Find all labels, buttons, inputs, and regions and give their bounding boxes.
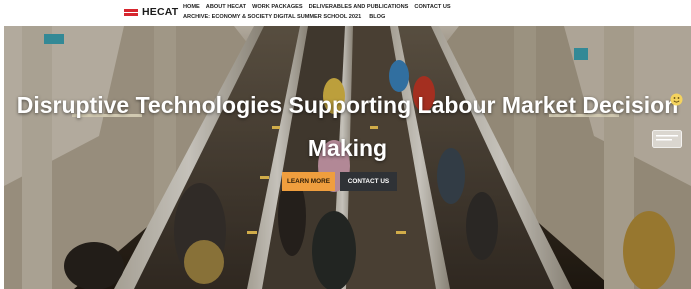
nav-item-home[interactable]: HOME bbox=[183, 3, 200, 11]
hecat-flag-logo-icon bbox=[124, 8, 138, 16]
logo-text: HECAT bbox=[142, 6, 179, 18]
site-logo[interactable]: HECAT bbox=[124, 5, 178, 19]
nav-row-primary: HOME ABOUT HECAT WORK PACKAGES DELIVERAB… bbox=[183, 3, 451, 11]
hero-title-line-2: Making bbox=[307, 135, 388, 161]
nav-item-archive-summer-school[interactable]: ARCHIVE: ECONOMY & SOCIETY DIGITAL SUMME… bbox=[183, 13, 361, 21]
nav-item-contact-us[interactable]: CONTACT US bbox=[414, 3, 450, 11]
main-navigation: HOME ABOUT HECAT WORK PACKAGES DELIVERAB… bbox=[183, 3, 451, 21]
nav-item-about-hecat[interactable]: ABOUT HECAT bbox=[206, 3, 246, 11]
nav-item-blog[interactable]: BLOG bbox=[369, 13, 385, 21]
learn-more-button[interactable]: LEARN MORE bbox=[282, 172, 335, 191]
smiley-icon[interactable] bbox=[670, 93, 683, 106]
hero-title-line-1: Disruptive Technologies Supporting Labou… bbox=[16, 92, 679, 118]
nav-row-secondary: ARCHIVE: ECONOMY & SOCIETY DIGITAL SUMME… bbox=[183, 13, 451, 21]
hero-banner: Disruptive Technologies Supporting Labou… bbox=[4, 26, 691, 289]
nav-item-deliverables-and-publications[interactable]: DELIVERABLES AND PUBLICATIONS bbox=[309, 3, 409, 11]
site-header: HECAT HOME ABOUT HECAT WORK PACKAGES DEL… bbox=[0, 0, 691, 26]
contact-us-button[interactable]: CONTACT US bbox=[340, 172, 397, 191]
hero-title: Disruptive Technologies Supporting Labou… bbox=[4, 84, 691, 170]
chat-icon[interactable] bbox=[652, 130, 682, 148]
nav-item-work-packages[interactable]: WORK PACKAGES bbox=[252, 3, 303, 11]
